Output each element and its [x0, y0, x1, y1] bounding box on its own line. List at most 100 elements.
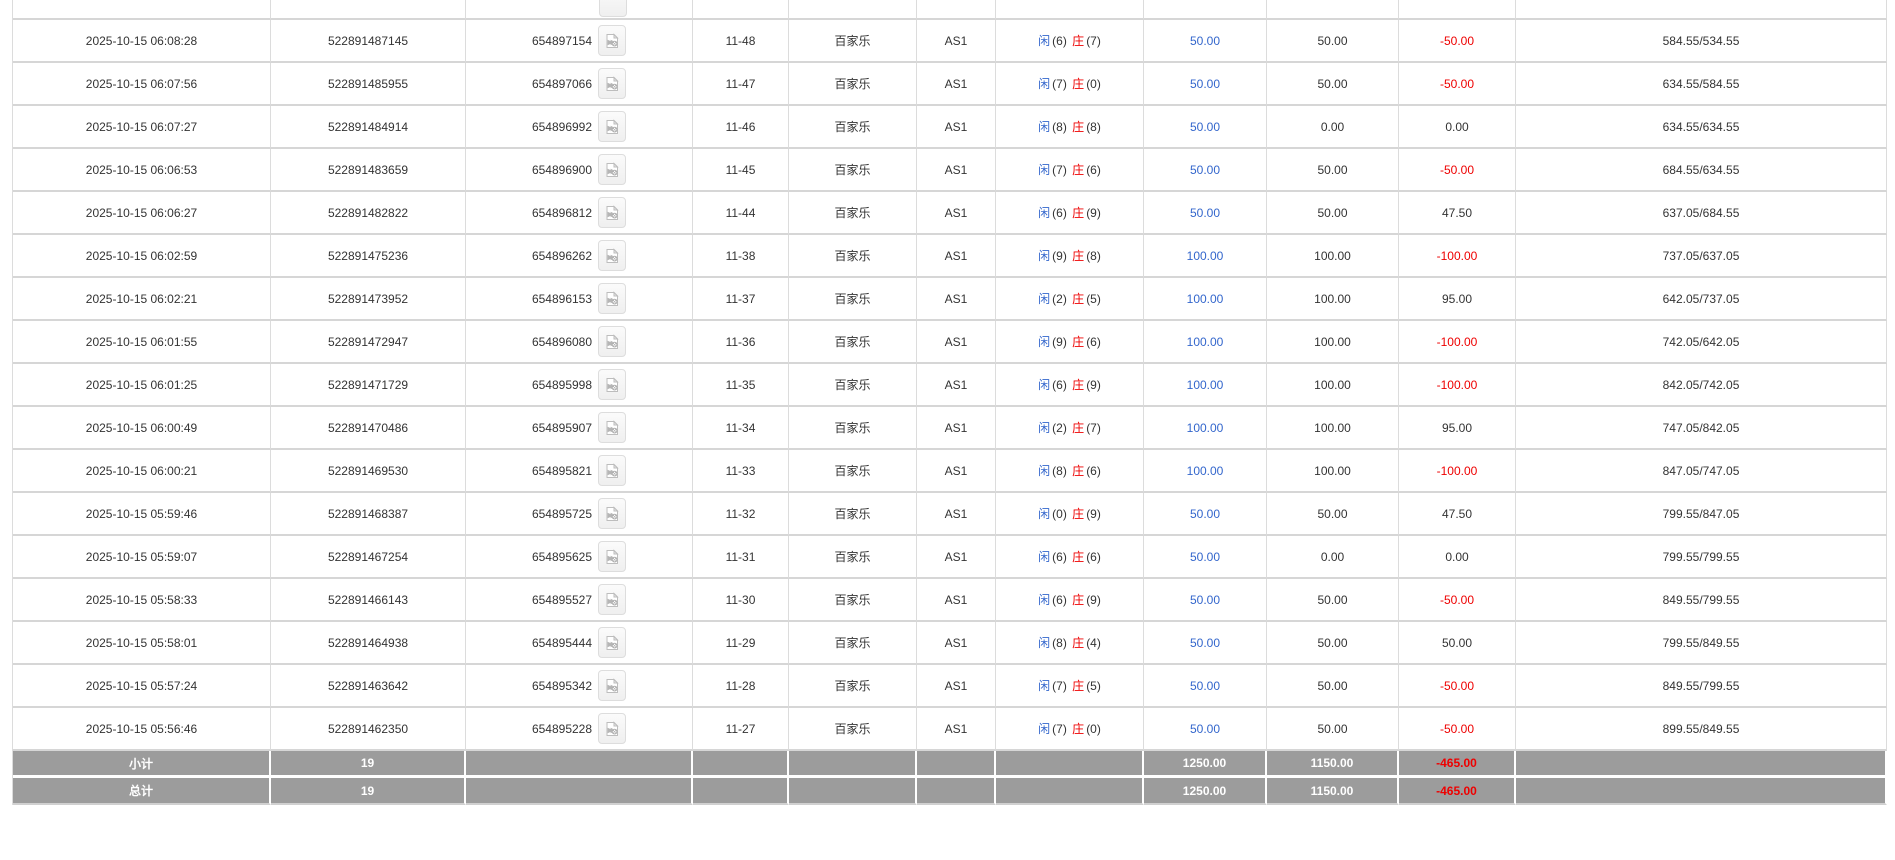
bet-amount-link[interactable]: 100.00: [1187, 464, 1224, 478]
video-replay-icon[interactable]: [598, 713, 626, 744]
table-row: 2025-10-15 05:58:01 522891464938 6548954…: [13, 622, 1887, 665]
bet-amount-link[interactable]: 50.00: [1190, 163, 1220, 177]
video-replay-icon[interactable]: [598, 111, 626, 142]
video-replay-icon[interactable]: [599, 0, 627, 17]
bet-time-cell: 2025-10-15 06:07:27: [13, 106, 271, 149]
balance-after-before: 584.55/534.55: [1663, 34, 1740, 48]
valid-amount: 100.00: [1314, 464, 1351, 478]
table-code: AS1: [945, 34, 968, 48]
game-type: 百家乐: [834, 464, 870, 478]
bet-amount-link[interactable]: 50.00: [1190, 636, 1220, 650]
bet-amount-link[interactable]: 50.00: [1190, 34, 1220, 48]
balance-after-before: 899.55/849.55: [1663, 722, 1740, 736]
video-replay-icon[interactable]: [598, 455, 626, 486]
bet-time: 2025-10-15 06:07:56: [86, 77, 197, 91]
player-points: (0): [1051, 507, 1068, 521]
table-code: AS1: [945, 636, 968, 650]
bet-amount-link[interactable]: 50.00: [1190, 593, 1220, 607]
round-id-cell: 654895821: [466, 450, 693, 493]
video-replay-icon[interactable]: [598, 68, 626, 99]
table-code: AS1: [945, 550, 968, 564]
bet-amount-link[interactable]: 50.00: [1190, 120, 1220, 134]
table-code-cell: AS1: [917, 321, 996, 364]
bet-amount-link[interactable]: 100.00: [1187, 335, 1224, 349]
bet-time-cell: 2025-10-15 06:01:55: [13, 321, 271, 364]
round-no-cell: 11-31: [693, 536, 789, 579]
table-row: 2025-10-15 06:06:53 522891483659 6548969…: [13, 149, 1887, 192]
banker-points: (0): [1085, 722, 1102, 736]
bet-amount-link[interactable]: 50.00: [1190, 679, 1220, 693]
game-result-cell: 闲(6) 庄(9): [996, 364, 1144, 407]
game-result-cell: 闲(7) 庄(0): [996, 708, 1144, 751]
player-label: 闲: [1037, 77, 1051, 91]
bet-amount-link[interactable]: 50.00: [1190, 77, 1220, 91]
video-replay-icon[interactable]: [598, 412, 626, 443]
table-row: 2025-10-15 06:02:59 522891475236 6548962…: [13, 235, 1887, 278]
order-id: 522891487145: [328, 34, 408, 48]
banker-label: 庄: [1071, 550, 1085, 564]
video-replay-icon[interactable]: [598, 541, 626, 572]
order-id: 522891473952: [328, 292, 408, 306]
bet-time: 2025-10-15 06:02:21: [86, 292, 197, 306]
player-label: 闲: [1037, 163, 1051, 177]
video-replay-icon[interactable]: [598, 498, 626, 529]
bet-amount-link[interactable]: 50.00: [1190, 206, 1220, 220]
video-replay-icon[interactable]: [598, 25, 626, 56]
video-replay-icon[interactable]: [598, 670, 626, 701]
player-label: 闲: [1037, 636, 1051, 650]
video-replay-icon[interactable]: [598, 627, 626, 658]
player-points: (8): [1051, 464, 1068, 478]
bet-time: 2025-10-15 06:01:55: [86, 335, 197, 349]
bet-amount-link[interactable]: 100.00: [1187, 292, 1224, 306]
bet-time-cell: 2025-10-15 05:56:46: [13, 708, 271, 751]
winloss-amount: 47.50: [1442, 507, 1472, 521]
game-result-cell: 闲(9) 庄(8): [996, 235, 1144, 278]
table-row: 2025-10-15 05:58:33 522891466143 6548955…: [13, 579, 1887, 622]
game-type: 百家乐: [834, 34, 870, 48]
order-id: 522891483659: [328, 163, 408, 177]
player-label: 闲: [1037, 421, 1051, 435]
round-no: 11-31: [726, 550, 756, 564]
video-replay-icon[interactable]: [598, 197, 626, 228]
order-id-cell: 522891463642: [271, 665, 466, 708]
bet-time-cell: 2025-10-15 06:08:28: [13, 20, 271, 63]
video-replay-icon[interactable]: [598, 584, 626, 615]
round-no: 11-35: [726, 378, 756, 392]
video-replay-icon[interactable]: [598, 369, 626, 400]
banker-label: 庄: [1071, 163, 1085, 177]
bet-time-cell: 2025-10-15 06:06:27: [13, 192, 271, 235]
balance-cell: 684.55/634.55: [1516, 149, 1887, 192]
bet-amount-link[interactable]: 100.00: [1187, 249, 1224, 263]
round-id-cell: 654895998: [466, 364, 693, 407]
video-replay-icon[interactable]: [598, 154, 626, 185]
game-type: 百家乐: [834, 249, 870, 263]
round-id: 654896992: [532, 120, 592, 134]
round-no-cell: 11-33: [693, 450, 789, 493]
video-replay-icon[interactable]: [598, 326, 626, 357]
table-code: AS1: [945, 679, 968, 693]
bet-amount-link[interactable]: 50.00: [1190, 550, 1220, 564]
winloss-cell: -100.00: [1399, 364, 1516, 407]
bet-amount-link[interactable]: 50.00: [1190, 722, 1220, 736]
balance-cell: [1516, 0, 1887, 20]
valid-amount: 50.00: [1317, 507, 1347, 521]
bet-amount-link[interactable]: 100.00: [1187, 378, 1224, 392]
bet-amount-cell: 50.00: [1144, 536, 1267, 579]
player-label: 闲: [1037, 292, 1051, 306]
bet-amount-link[interactable]: 100.00: [1187, 421, 1224, 435]
game-result-cell: 闲(7) 庄(5): [996, 665, 1144, 708]
balance-after-before: 684.55/634.55: [1663, 163, 1740, 177]
round-no: 11-30: [726, 593, 756, 607]
table-code: AS1: [945, 292, 968, 306]
table-code-cell: AS1: [917, 579, 996, 622]
video-replay-icon[interactable]: [598, 283, 626, 314]
video-replay-icon[interactable]: [598, 240, 626, 271]
game-type: 百家乐: [834, 206, 870, 220]
bet-amount-link[interactable]: 50.00: [1190, 507, 1220, 521]
balance-after-before: 737.05/637.05: [1663, 249, 1740, 263]
balance-after-before: 847.05/747.05: [1663, 464, 1740, 478]
bet-time-cell: 2025-10-15 06:00:21: [13, 450, 271, 493]
valid-amount: 50.00: [1317, 77, 1347, 91]
balance-after-before: 799.55/849.55: [1663, 636, 1740, 650]
balance-cell: 634.55/584.55: [1516, 63, 1887, 106]
